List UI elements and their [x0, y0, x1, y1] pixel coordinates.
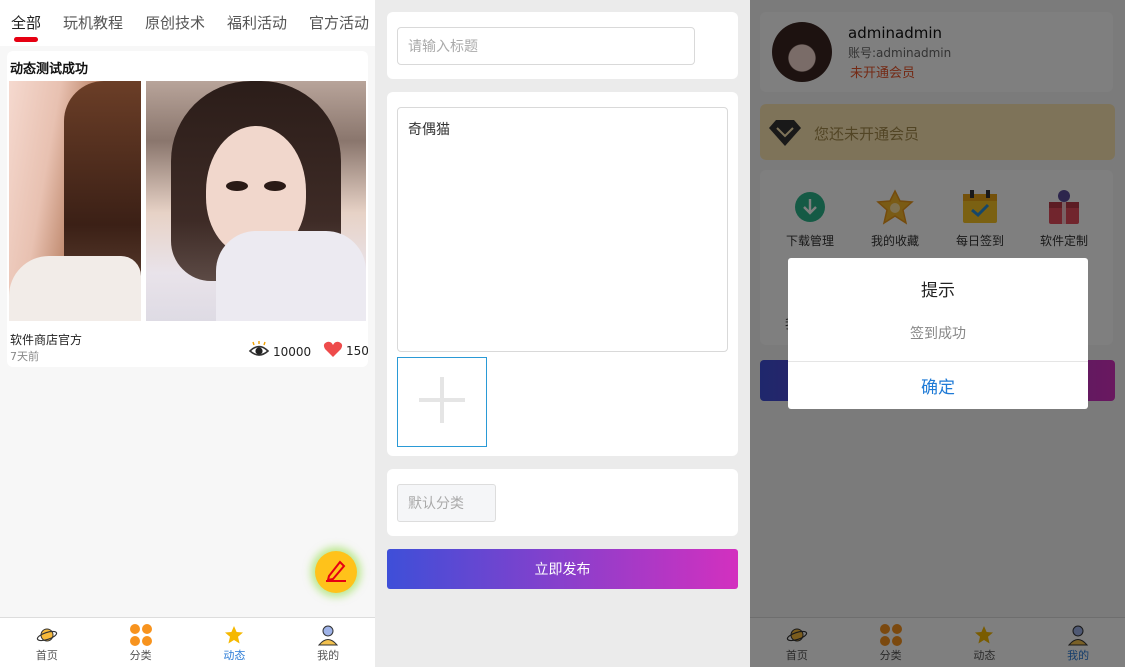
dialog-message: 签到成功: [910, 326, 966, 342]
feed-screen: 全部 玩机教程 原创技术 福利活动 官方活动 动态测试成功 软件商店官方 7天前…: [0, 0, 375, 667]
title-input[interactable]: 请输入标题: [397, 27, 695, 65]
bottom-tabbar: 首页 分类 动态 我的: [0, 617, 375, 667]
content-value: 奇偶猫: [408, 122, 450, 138]
like-count[interactable]: 1500: [323, 341, 368, 361]
tabbar-home[interactable]: 首页: [0, 618, 94, 667]
eye-icon: [248, 341, 270, 362]
grid-icon: [129, 623, 153, 647]
tab-tutorials[interactable]: 玩机教程: [63, 12, 123, 33]
post-image-2[interactable]: [146, 81, 366, 321]
title-section: 请输入标题: [387, 12, 738, 79]
tabbar-label: 分类: [129, 649, 152, 662]
plus-icon: [416, 374, 468, 430]
like-count-value: 1500: [346, 344, 368, 358]
tabbar-mine[interactable]: 我的: [281, 618, 375, 667]
post-author: 软件商店官方: [10, 333, 83, 347]
view-count: 10000: [248, 341, 311, 362]
active-tab-indicator: [14, 37, 38, 42]
tabbar-label: 首页: [35, 649, 58, 662]
star-icon: [224, 623, 244, 647]
tabbar-label: 动态: [223, 649, 246, 662]
planet-icon: [36, 623, 58, 647]
view-count-value: 10000: [273, 344, 312, 359]
compose-screen: 请输入标题 奇偶猫 默认分类 立即发布: [375, 0, 750, 667]
image-upload-button[interactable]: [397, 357, 487, 447]
user-icon: [317, 623, 339, 647]
category-tabs: 全部 玩机教程 原创技术 福利活动 官方活动: [0, 0, 375, 46]
compose-button[interactable]: [315, 551, 357, 593]
content-textarea[interactable]: 奇偶猫: [397, 107, 728, 352]
tabbar-feed[interactable]: 动态: [188, 618, 282, 667]
dialog-title: 提示: [921, 281, 955, 301]
category-select[interactable]: 默认分类: [397, 484, 496, 522]
post-card[interactable]: 动态测试成功 软件商店官方 7天前 10000 1500: [7, 51, 368, 367]
title-placeholder: 请输入标题: [408, 39, 478, 55]
alert-dialog: 提示 签到成功 确定: [788, 258, 1088, 409]
pencil-icon: [323, 557, 349, 587]
content-section: 奇偶猫: [387, 92, 738, 456]
tab-all[interactable]: 全部: [11, 12, 41, 33]
dialog-confirm-button[interactable]: 确定: [788, 362, 1088, 409]
tabbar-category[interactable]: 分类: [94, 618, 188, 667]
post-time: 7天前: [10, 350, 39, 363]
category-section: 默认分类: [387, 469, 738, 536]
tab-original-tech[interactable]: 原创技术: [145, 12, 205, 33]
heart-icon[interactable]: [323, 341, 343, 361]
profile-screen: adminadmin 账号:adminadmin 未开通会员 您还未开通会员 下…: [750, 0, 1125, 667]
category-select-value: 默认分类: [408, 496, 464, 512]
tab-official-events[interactable]: 官方活动: [309, 12, 369, 33]
publish-button[interactable]: 立即发布: [387, 549, 738, 589]
tab-benefits[interactable]: 福利活动: [227, 12, 287, 33]
tabbar-label: 我的: [317, 649, 340, 662]
post-image-1[interactable]: [9, 81, 141, 321]
post-title: 动态测试成功: [10, 62, 89, 77]
